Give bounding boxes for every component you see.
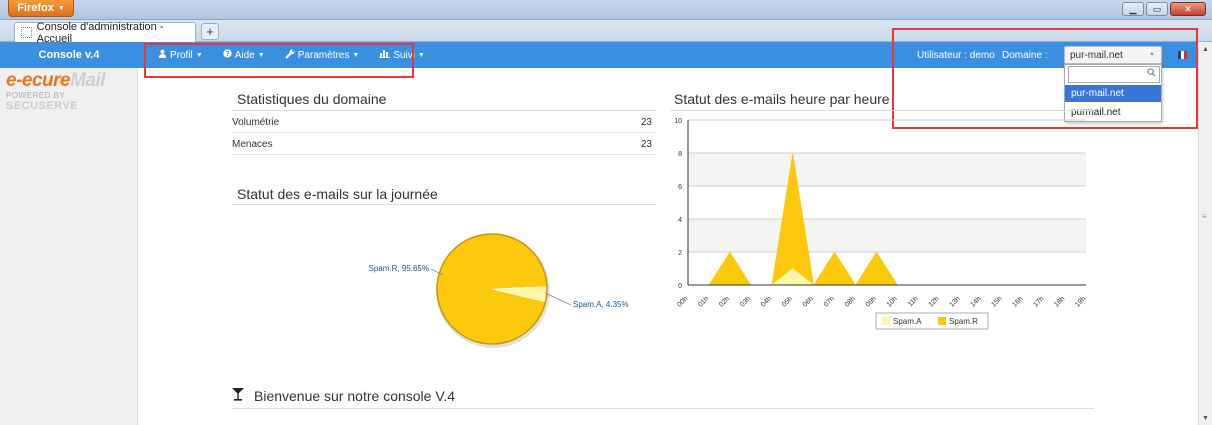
- divider: [232, 408, 1094, 409]
- x-tick-label: 06h: [802, 295, 815, 308]
- y-tick-label: 8: [678, 151, 682, 158]
- x-tick-label: 07h: [823, 295, 836, 308]
- divider: [670, 110, 1094, 111]
- scroll-grip-icon[interactable]: ≡: [1202, 212, 1210, 221]
- grid-band: [688, 153, 1086, 186]
- chart-legend: Spam.A Spam.R: [875, 312, 989, 330]
- x-tick-label: 13h: [949, 295, 962, 308]
- x-tick-label: 12h: [928, 295, 941, 308]
- stat-value: 23: [640, 116, 652, 128]
- stat-label: Menaces: [232, 138, 273, 150]
- stats-title: Statistiques du domaine: [237, 91, 387, 107]
- window-controls: ▁ ▭ ✕: [1122, 2, 1206, 16]
- chevron-down-icon: ▼: [57, 4, 65, 12]
- pie-title: Statut des e-mails sur la journée: [237, 186, 438, 202]
- browser-titlebar: Firefox ▼ ▁ ▭ ✕: [0, 0, 1212, 20]
- legend-label: Spam.A: [893, 317, 922, 326]
- stat-row-volumetrie: Volumétrie 23: [232, 112, 656, 133]
- divider: [232, 204, 656, 205]
- legend-label: Spam.R: [949, 317, 978, 326]
- legend-swatch: [938, 317, 946, 325]
- new-tab-button[interactable]: +: [201, 23, 219, 40]
- firefox-menu-button[interactable]: Firefox ▼: [8, 0, 74, 17]
- pie-chart: Spam.R, 95.65% Spam.A, 4.35%: [369, 233, 629, 348]
- minimize-icon[interactable]: ▁: [1122, 2, 1144, 16]
- brand[interactable]: Console v.4: [0, 42, 138, 68]
- firefox-label: Firefox: [17, 2, 54, 14]
- x-tick-label: 04h: [760, 295, 773, 308]
- hourly-area-chart: 0 2 4 6 8 10 00h 01h 02h 03h 04h 05h 06h 07h 08h 09h 10h…: [674, 118, 1087, 330]
- y-tick-label: 0: [678, 283, 682, 290]
- x-tick-label: 02h: [718, 295, 731, 308]
- hourly-title: Statut des e-mails heure par heure: [674, 91, 890, 107]
- welcome-text: Bienvenue sur notre console V.4: [254, 388, 456, 404]
- pie-label-spamA: Spam.A, 4.35%: [573, 300, 629, 309]
- page-favicon-icon: [21, 27, 32, 38]
- highlight-menu-box: [144, 43, 414, 78]
- x-tick-label: 03h: [739, 295, 752, 308]
- y-tick-label: 6: [678, 184, 682, 191]
- x-tick-label: 15h: [990, 295, 1003, 308]
- legend-swatch: [882, 317, 890, 325]
- y-tick-label: 2: [678, 250, 682, 257]
- x-tick-label: 01h: [697, 295, 710, 308]
- y-tick-label: 10: [674, 118, 682, 125]
- x-tick-label: 14h: [969, 295, 982, 308]
- sidebar: e-ecureMail POWERED BY SECUSERVE: [0, 68, 138, 425]
- x-tick-label: 08h: [844, 295, 857, 308]
- x-tick-label: 00h: [676, 295, 689, 308]
- scroll-up-icon[interactable]: ▲: [1199, 42, 1212, 56]
- x-tick-label: 17h: [1032, 295, 1045, 308]
- tab-title: Console d'administration - Accueil: [36, 20, 164, 45]
- x-tick-label: 16h: [1011, 295, 1024, 308]
- glass-icon: [232, 388, 244, 404]
- browser-tab[interactable]: Console d'administration - Accueil: [14, 20, 196, 45]
- x-tick-label: 19h: [1074, 295, 1087, 308]
- stat-value: 23: [640, 138, 652, 150]
- pie-label-spamR: Spam.R, 95.65%: [369, 264, 429, 273]
- x-tick-label: 11h: [907, 295, 920, 308]
- chevron-down-icon: ▼: [418, 51, 425, 59]
- close-icon[interactable]: ✕: [1170, 2, 1206, 16]
- divider: [232, 110, 656, 111]
- stat-label: Volumétrie: [232, 116, 280, 128]
- welcome-banner: Bienvenue sur notre console V.4: [232, 388, 455, 404]
- maximize-icon[interactable]: ▭: [1146, 2, 1168, 16]
- grid-band: [688, 219, 1086, 252]
- stat-row-menaces: Menaces 23: [232, 134, 656, 155]
- scroll-down-icon[interactable]: ▼: [1199, 411, 1212, 425]
- x-tick-label: 18h: [1053, 295, 1066, 308]
- page-scrollbar[interactable]: ▲ ≡ ▼: [1198, 42, 1212, 425]
- securemail-logo: e-ecureMail POWERED BY SECUSERVE: [6, 70, 106, 112]
- x-tick-label: 05h: [781, 295, 794, 308]
- y-tick-label: 4: [678, 217, 682, 224]
- x-tick-label: 10h: [886, 295, 899, 308]
- x-tick-label: 09h: [865, 295, 878, 308]
